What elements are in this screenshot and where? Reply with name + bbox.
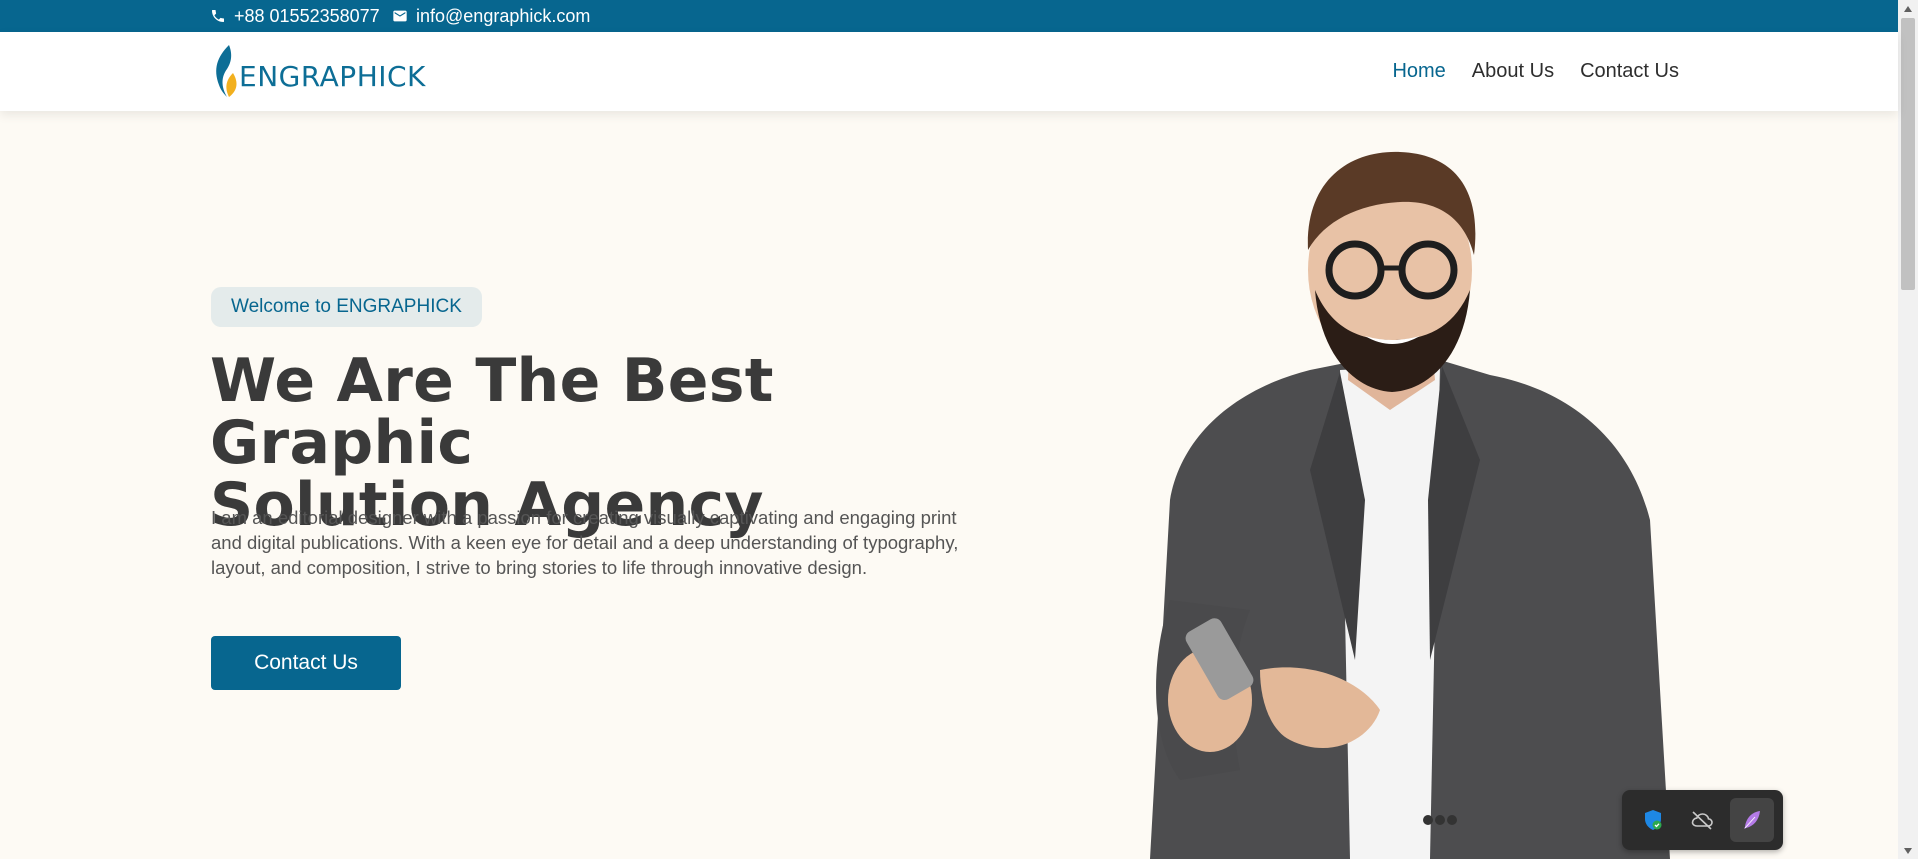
feather-icon xyxy=(1744,811,1761,829)
page-scrollbar[interactable] xyxy=(1898,0,1918,859)
email-address: info@engraphick.com xyxy=(416,5,591,26)
welcome-badge: Welcome to ENGRAPHICK xyxy=(211,287,482,327)
phone-number: +88 01552358077 xyxy=(234,5,380,26)
site-header: ENGRAPHICK Home About Us Contact Us xyxy=(0,32,1898,111)
site-logo[interactable]: ENGRAPHICK xyxy=(211,42,426,100)
cloud-off-icon xyxy=(1692,811,1714,830)
shield-check-icon xyxy=(1644,810,1662,830)
chevron-down-icon xyxy=(1904,847,1912,854)
cloud-off-button[interactable] xyxy=(1680,798,1724,842)
shield-check-button[interactable] xyxy=(1631,798,1675,842)
scroll-up-arrow[interactable] xyxy=(1898,0,1918,17)
chevron-up-icon xyxy=(1904,5,1912,12)
scrollbar-thumb[interactable] xyxy=(1901,18,1915,290)
nav-about-us[interactable]: About Us xyxy=(1472,60,1554,83)
hero-title-line-1: We Are The Best Graphic xyxy=(210,346,774,478)
feather-button[interactable] xyxy=(1730,798,1775,842)
top-contact-bar: +88 01552358077 info@engraphick.com xyxy=(0,0,1898,32)
floating-extension-tray xyxy=(1622,790,1783,850)
mail-icon xyxy=(393,10,407,22)
email-contact[interactable]: info@engraphick.com xyxy=(392,0,590,32)
phone-contact[interactable]: +88 01552358077 xyxy=(210,0,380,32)
nav-contact-us[interactable]: Contact Us xyxy=(1580,60,1679,83)
scroll-down-arrow[interactable] xyxy=(1898,842,1918,859)
nav-home[interactable]: Home xyxy=(1392,60,1445,83)
contact-us-button[interactable]: Contact Us xyxy=(211,636,401,690)
hero-person-image xyxy=(1150,151,1670,859)
phone-icon xyxy=(212,10,224,22)
hero-description: I am an editorial designer with a passio… xyxy=(211,507,959,578)
main-nav: Home About Us Contact Us xyxy=(1392,32,1679,111)
logo-text: ENGRAPHICK xyxy=(239,59,426,93)
